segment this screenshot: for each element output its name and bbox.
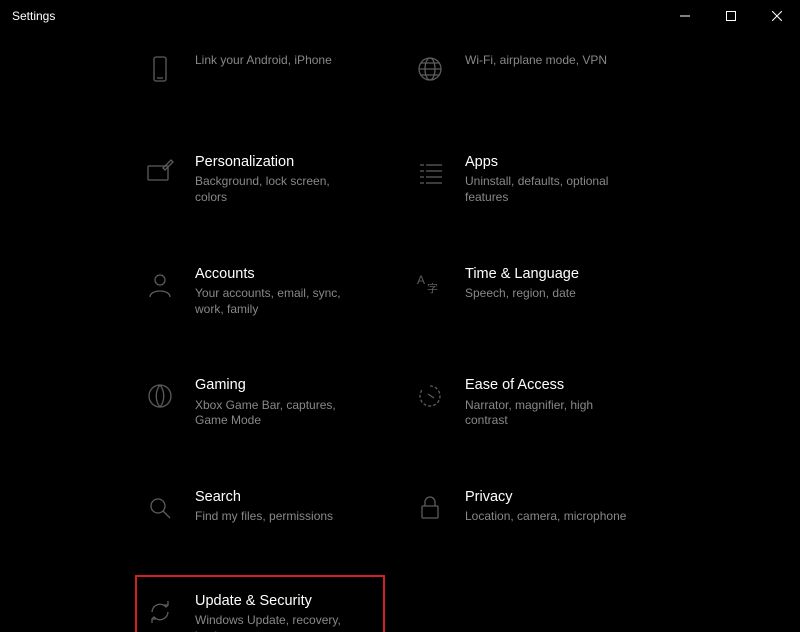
tile-network[interactable]: Wi-Fi, airplane mode, VPN — [405, 32, 675, 112]
apps-icon — [413, 156, 447, 190]
titlebar: Settings — [0, 0, 800, 32]
privacy-icon — [413, 491, 447, 525]
gaming-icon — [143, 379, 177, 413]
window-title: Settings — [12, 9, 55, 23]
tile-subtitle: Speech, region, date — [465, 286, 635, 302]
phone-icon — [143, 52, 177, 86]
tile-time-language[interactable]: A字 Time & Language Speech, region, date — [405, 248, 675, 328]
tile-ease-of-access[interactable]: Ease of Access Narrator, magnifier, high… — [405, 359, 675, 447]
tile-title: Time & Language — [465, 266, 665, 283]
tile-title: Apps — [465, 154, 665, 171]
tile-accounts[interactable]: Accounts Your accounts, email, sync, wor… — [135, 248, 405, 336]
svg-text:字: 字 — [427, 281, 438, 295]
tile-title: Privacy — [465, 489, 665, 506]
tile-subtitle: Wi-Fi, airplane mode, VPN — [465, 53, 635, 69]
accounts-icon — [143, 268, 177, 302]
tile-title: Gaming — [195, 377, 395, 394]
svg-text:A: A — [417, 273, 425, 287]
tile-subtitle: Narrator, magnifier, high contrast — [465, 398, 635, 429]
globe-icon — [413, 52, 447, 86]
ease-of-access-icon — [413, 379, 447, 413]
tile-search[interactable]: Search Find my files, permissions — [135, 471, 405, 551]
tile-title: Search — [195, 489, 395, 506]
tile-subtitle: Location, camera, microphone — [465, 509, 635, 525]
tile-subtitle: Your accounts, email, sync, work, family — [195, 286, 365, 317]
tile-personalization[interactable]: Personalization Background, lock screen,… — [135, 136, 405, 224]
time-language-icon: A字 — [413, 268, 447, 302]
close-button[interactable] — [754, 0, 800, 32]
maximize-button[interactable] — [708, 0, 754, 32]
settings-content: Link your Android, iPhone Wi-Fi, airplan… — [0, 32, 800, 632]
tile-subtitle: Xbox Game Bar, captures, Game Mode — [195, 398, 365, 429]
tile-title: Personalization — [195, 154, 395, 171]
update-icon — [143, 595, 177, 629]
tile-subtitle: Uninstall, defaults, optional features — [465, 174, 635, 205]
tile-privacy[interactable]: Privacy Location, camera, microphone — [405, 471, 675, 551]
minimize-button[interactable] — [662, 0, 708, 32]
tile-apps[interactable]: Apps Uninstall, defaults, optional featu… — [405, 136, 675, 224]
tile-title: Ease of Access — [465, 377, 665, 394]
search-icon — [143, 491, 177, 525]
tile-subtitle: Background, lock screen, colors — [195, 174, 365, 205]
tile-title: Update & Security — [195, 593, 375, 610]
tile-subtitle: Link your Android, iPhone — [195, 53, 365, 69]
tile-update-security[interactable]: Update & Security Windows Update, recove… — [135, 575, 385, 632]
tile-phone[interactable]: Link your Android, iPhone — [135, 32, 405, 112]
personalize-icon — [143, 156, 177, 190]
tile-subtitle: Windows Update, recovery, backup — [195, 613, 365, 632]
tile-title: Accounts — [195, 266, 395, 283]
window-controls — [662, 0, 800, 32]
tile-subtitle: Find my files, permissions — [195, 509, 365, 525]
settings-grid: Link your Android, iPhone Wi-Fi, airplan… — [0, 32, 800, 632]
tile-gaming[interactable]: Gaming Xbox Game Bar, captures, Game Mod… — [135, 359, 405, 447]
